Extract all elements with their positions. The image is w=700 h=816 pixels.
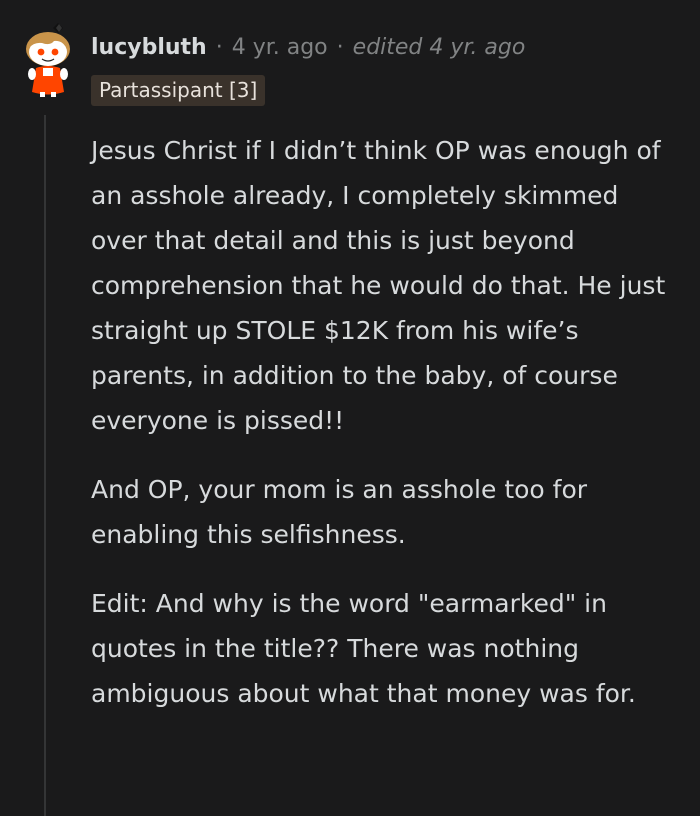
user-avatar-icon[interactable] <box>18 22 78 98</box>
comment-paragraph: And OP, your mom is an asshole too for e… <box>91 475 588 549</box>
author-username[interactable]: lucybluth <box>91 35 207 60</box>
meta-separator: · <box>336 34 344 60</box>
comment-paragraph: Edit: And why is the word "earmarked" in… <box>91 589 636 708</box>
comment-body: Jesus Christ if I didn’t think OP was en… <box>91 128 681 740</box>
comment-paragraph: Jesus Christ if I didn’t think OP was en… <box>91 136 666 435</box>
comment-timestamp[interactable]: 4 yr. ago <box>232 35 328 60</box>
comment: lucybluth · 4 yr. ago · edited 4 yr. ago… <box>0 0 700 816</box>
edited-timestamp: edited 4 yr. ago <box>352 34 526 60</box>
comment-meta: lucybluth · 4 yr. ago · edited 4 yr. ago <box>91 30 525 64</box>
avatar-bow <box>53 23 63 33</box>
user-flair-badge: Partassipant [3] <box>91 75 266 106</box>
thread-collapse-line[interactable] <box>44 115 46 816</box>
meta-separator: · <box>215 34 223 60</box>
